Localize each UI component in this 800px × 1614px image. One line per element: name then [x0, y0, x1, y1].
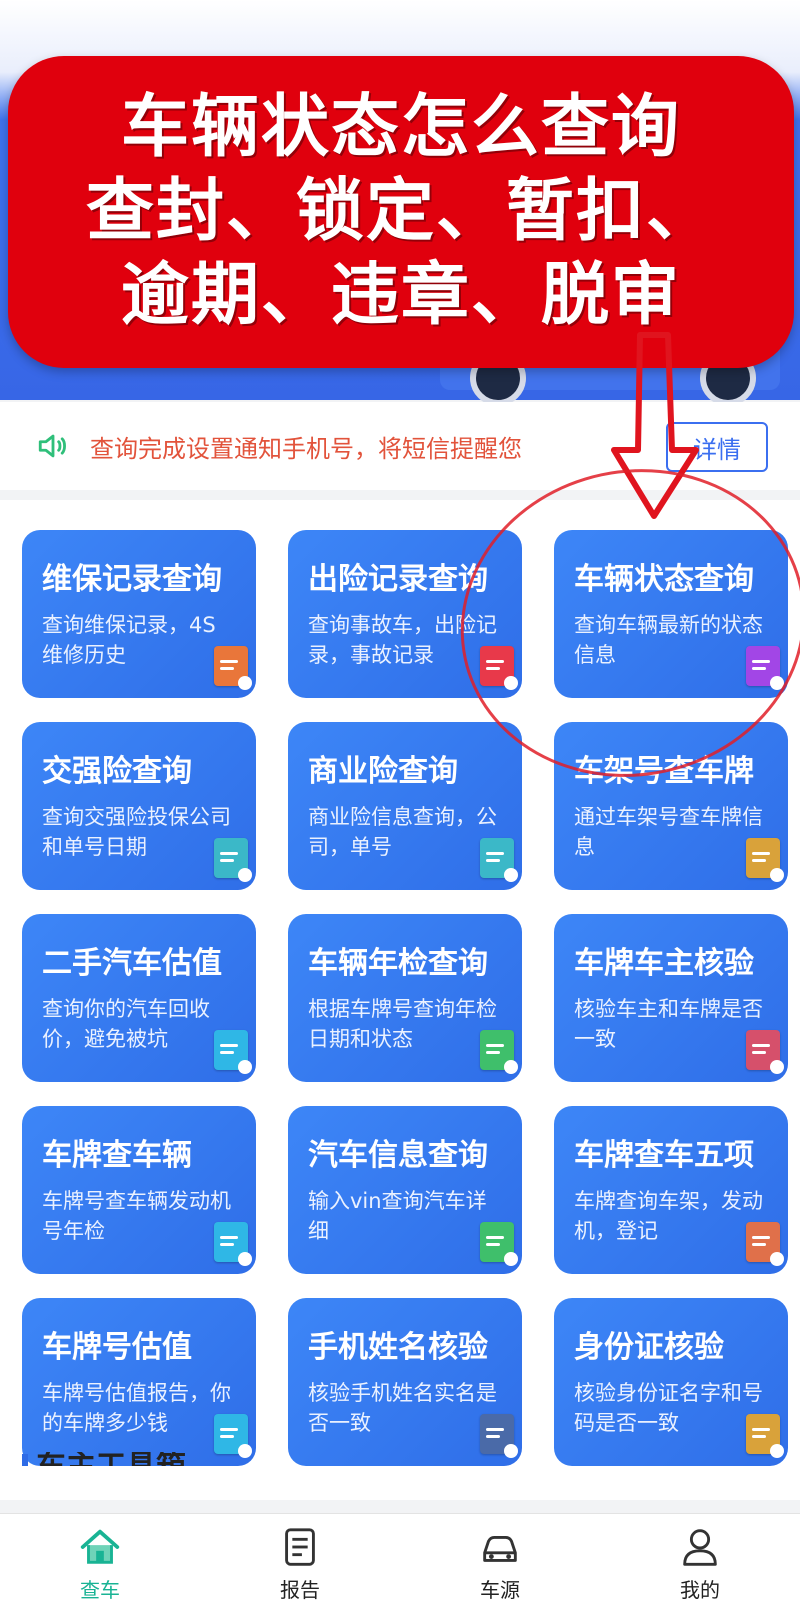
- badge-dot: [238, 1060, 252, 1074]
- service-card[interactable]: 车牌号估值车牌号估值报告，你的车牌多少钱: [22, 1298, 256, 1466]
- service-card-title: 车牌查车五项: [574, 1138, 754, 1173]
- service-card-title: 商业险查询: [308, 754, 458, 789]
- service-card-title: 车牌号估值: [42, 1330, 192, 1365]
- document-icon: [214, 1222, 252, 1266]
- document-icon: [214, 1414, 252, 1458]
- tab-mine[interactable]: 我的: [600, 1514, 800, 1614]
- service-card-title: 身份证核验: [574, 1330, 724, 1365]
- badge-dot: [504, 1060, 518, 1074]
- badge-dot: [238, 676, 252, 690]
- badge-dot: [238, 1252, 252, 1266]
- tab-label: 查车: [80, 1578, 120, 1602]
- overlay-line-2: 查封、锁定、暂扣、: [85, 172, 716, 251]
- user-icon: [683, 1529, 717, 1566]
- service-card-title: 汽车信息查询: [308, 1138, 488, 1173]
- tab-check-car[interactable]: 查车: [0, 1514, 200, 1614]
- service-card[interactable]: 车牌查车五项车牌查询车架，发动机，登记: [554, 1106, 788, 1274]
- tab-label: 我的: [680, 1578, 720, 1602]
- service-card-description: 查询你的汽车回收价，避免被坑: [42, 997, 210, 1051]
- service-card-description: 核验身份证名字和号码是否一致: [574, 1381, 763, 1435]
- service-card-title: 车牌查车辆: [42, 1138, 192, 1173]
- document-icon: [214, 1030, 252, 1074]
- speaker-icon: [38, 434, 66, 458]
- report-icon: [285, 1528, 315, 1566]
- service-card-description: 查询交强险投保公司和单号日期: [42, 805, 231, 859]
- service-card-description: 车牌号估值报告，你的车牌多少钱: [42, 1381, 231, 1435]
- notice-text: 查询完成设置通知手机号，将短信提醒您: [90, 434, 522, 463]
- car-icon: [483, 1535, 517, 1562]
- service-card-description: 商业险信息查询，公司，单号: [308, 805, 497, 859]
- service-card-description: 查询维保记录，4S维修历史: [42, 613, 216, 667]
- service-card-title: 车辆年检查询: [308, 946, 488, 981]
- bottom-tab-bar: 查车 报告 车源 我的: [0, 1513, 800, 1614]
- document-icon: [480, 1414, 518, 1458]
- service-card-title: 交强险查询: [42, 754, 192, 789]
- tab-label: 报告: [280, 1578, 320, 1602]
- service-card-title: 维保记录查询: [42, 562, 222, 597]
- service-card[interactable]: 商业险查询商业险信息查询，公司，单号: [288, 722, 522, 890]
- document-icon: [214, 838, 252, 882]
- service-card[interactable]: 维保记录查询查询维保记录，4S维修历史: [22, 530, 256, 698]
- document-icon: [746, 838, 784, 882]
- service-card[interactable]: 车牌车主核验核验车主和车牌是否一致: [554, 914, 788, 1082]
- overlay-line-1: 车辆状态怎么查询: [120, 88, 681, 167]
- service-card-description: 车牌号查车辆发动机号年检: [42, 1189, 231, 1243]
- document-icon: [746, 1414, 784, 1458]
- service-card-title: 手机姓名核验: [308, 1330, 488, 1365]
- document-icon: [746, 1030, 784, 1074]
- badge-dot: [504, 1444, 518, 1458]
- service-card-description: 输入vin查询汽车详细: [308, 1189, 487, 1243]
- service-card-title: 二手汽车估值: [42, 946, 222, 981]
- badge-dot: [770, 868, 784, 882]
- document-icon: [480, 1222, 518, 1266]
- badge-dot: [770, 1060, 784, 1074]
- badge-dot: [504, 1252, 518, 1266]
- document-icon: [480, 838, 518, 882]
- section-title-text: 车主工具箱: [22, 1452, 242, 1466]
- service-card[interactable]: 车牌查车辆车牌号查车辆发动机号年检: [22, 1106, 256, 1274]
- service-card-description: 车牌查询车架，发动机，登记: [574, 1189, 763, 1243]
- section-title: 车主工具箱: [22, 1452, 242, 1466]
- badge-dot: [770, 1252, 784, 1266]
- document-icon: [214, 646, 252, 690]
- service-card-description: 核验手机姓名实名是否一致: [308, 1381, 497, 1435]
- service-card[interactable]: 汽车信息查询输入vin查询汽车详细: [288, 1106, 522, 1274]
- badge-dot: [504, 868, 518, 882]
- badge-dot: [770, 1444, 784, 1458]
- service-card[interactable]: 车辆年检查询根据车牌号查询年检日期和状态: [288, 914, 522, 1082]
- document-icon: [746, 1222, 784, 1266]
- document-icon: [480, 1030, 518, 1074]
- promo-overlay: 车辆状态怎么查询 查封、锁定、暂扣、 逾期、违章、脱审: [8, 56, 794, 368]
- service-card-description: 通过车架号查车牌信息: [574, 805, 763, 859]
- service-card-title: 车牌车主核验: [574, 946, 754, 981]
- overlay-line-3: 逾期、违章、脱审: [120, 256, 681, 335]
- tab-report[interactable]: 报告: [200, 1514, 400, 1614]
- service-card[interactable]: 手机姓名核验核验手机姓名实名是否一致: [288, 1298, 522, 1466]
- service-card-description: 核验车主和车牌是否一致: [574, 997, 763, 1051]
- badge-dot: [238, 868, 252, 882]
- service-card[interactable]: 身份证核验核验身份证名字和号码是否一致: [554, 1298, 788, 1466]
- service-card[interactable]: 交强险查询查询交强险投保公司和单号日期: [22, 722, 256, 890]
- service-card[interactable]: 二手汽车估值查询你的汽车回收价，避免被坑: [22, 914, 256, 1082]
- tab-label: 车源: [480, 1578, 520, 1602]
- tab-car-source[interactable]: 车源: [400, 1514, 600, 1614]
- home-icon: [80, 1529, 120, 1564]
- service-card-description: 根据车牌号查询年检日期和状态: [308, 997, 497, 1051]
